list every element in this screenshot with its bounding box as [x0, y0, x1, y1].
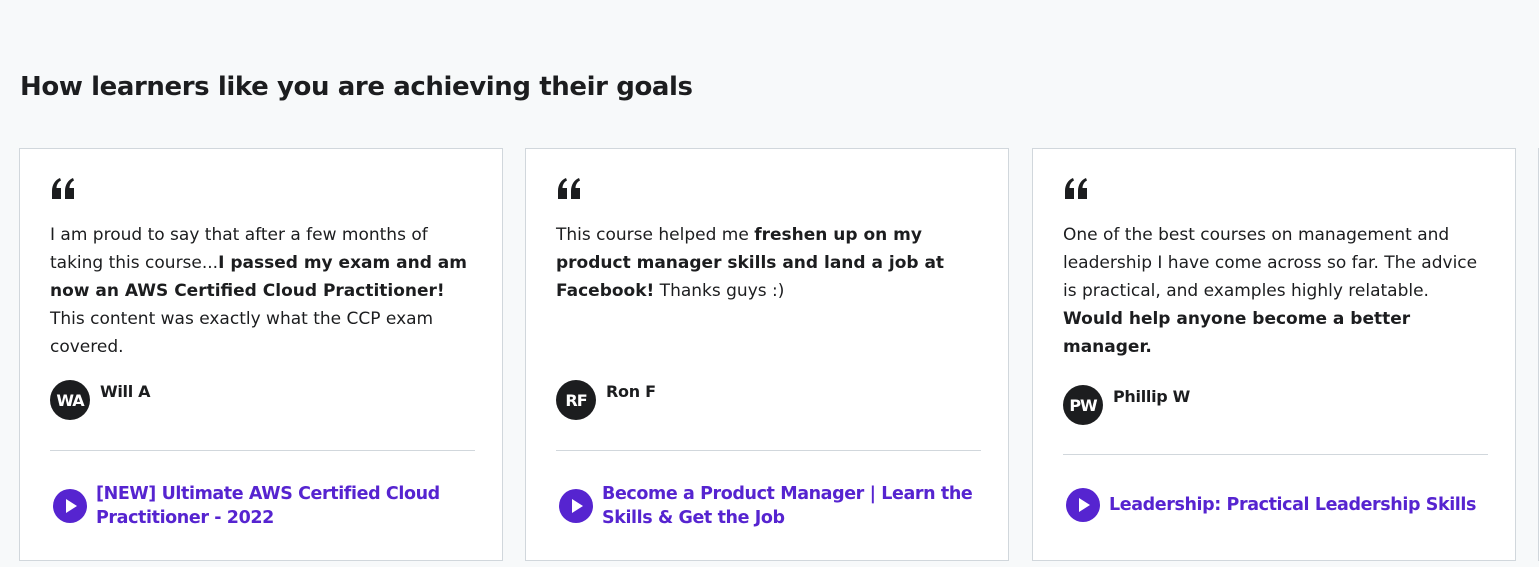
- divider: [1063, 454, 1488, 455]
- quote-icon: [52, 178, 74, 199]
- testimonial-author: RF Ron F: [556, 380, 656, 420]
- quote-icon: [1065, 178, 1087, 199]
- testimonial-card: I am proud to say that after a few month…: [19, 148, 503, 561]
- course-link[interactable]: Become a Product Manager | Learn the Ski…: [559, 482, 977, 530]
- course-link[interactable]: Leadership: Practical Leadership Skills: [1066, 488, 1509, 522]
- testimonial-carousel: I am proud to say that after a few month…: [19, 148, 1539, 567]
- author-name: Will A: [100, 382, 151, 401]
- divider: [556, 450, 981, 451]
- quote-text-highlight: Would help anyone become a better manage…: [1063, 309, 1411, 357]
- testimonial-author: PW Phillip W: [1063, 385, 1190, 425]
- avatar: WA: [50, 380, 90, 420]
- quote-text-segment: Thanks guys :): [654, 281, 785, 301]
- author-name: Ron F: [606, 382, 656, 401]
- testimonial-quote: I am proud to say that after a few month…: [50, 221, 480, 361]
- avatar: RF: [556, 380, 596, 420]
- quote-text-segment: This course helped me: [556, 225, 755, 245]
- play-icon: [559, 489, 593, 523]
- divider: [50, 450, 475, 451]
- testimonial-quote: One of the best courses on management an…: [1063, 221, 1493, 361]
- quote-text-segment: This content was exactly what the CCP ex…: [50, 309, 434, 357]
- testimonial-card: One of the best courses on management an…: [1032, 148, 1516, 561]
- author-name: Phillip W: [1113, 387, 1191, 406]
- testimonial-card: This course helped me freshen up on my p…: [525, 148, 1009, 561]
- quote-text-segment: One of the best courses on management an…: [1063, 225, 1478, 301]
- testimonial-quote: This course helped me freshen up on my p…: [556, 221, 986, 305]
- course-title: Become a Product Manager | Learn the Ski…: [602, 484, 973, 528]
- testimonial-author: WA Will A: [50, 380, 151, 420]
- avatar: PW: [1063, 385, 1103, 425]
- play-icon: [53, 489, 87, 523]
- play-icon: [1066, 488, 1100, 522]
- quote-icon: [558, 178, 580, 199]
- course-link[interactable]: [NEW] Ultimate AWS Certified Cloud Pract…: [53, 482, 456, 530]
- course-title: [NEW] Ultimate AWS Certified Cloud Pract…: [96, 484, 440, 528]
- course-title: Leadership: Practical Leadership Skills: [1109, 495, 1477, 515]
- section-title: How learners like you are achieving thei…: [20, 72, 693, 102]
